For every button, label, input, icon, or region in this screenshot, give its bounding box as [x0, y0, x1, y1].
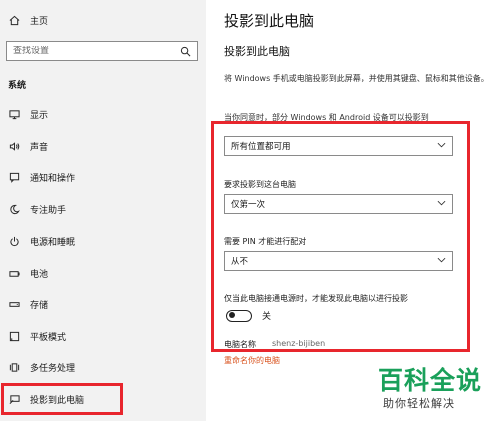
sidebar-item-battery[interactable]: 电池 [2, 262, 198, 284]
speaker-icon [8, 140, 20, 152]
description-text: 将 Windows 手机或电脑投影到此屏幕，并使用其键盘、鼠标和其他设备。 [224, 74, 489, 83]
sidebar-item-label: 电池 [30, 269, 49, 280]
storage-icon [8, 298, 20, 310]
sidebar-item-notifications[interactable]: 通知和操作 [2, 166, 198, 188]
highlight-frame [211, 121, 470, 352]
sidebar-item-label: 电源和睡眠 [30, 237, 76, 248]
section-label-system: 系统 [8, 81, 27, 91]
moon-icon [8, 203, 20, 215]
search-icon[interactable] [179, 45, 191, 57]
sidebar-item-power-sleep[interactable]: 电源和睡眠 [2, 230, 198, 252]
page-title: 投影到此电脑 [224, 12, 315, 30]
sidebar-item-label: 声音 [30, 142, 49, 153]
settings-search-box[interactable] [6, 41, 198, 61]
power-icon [8, 235, 20, 247]
sidebar-item-label: 通知和操作 [30, 173, 76, 184]
sidebar-item-label: 专注助手 [30, 205, 67, 216]
watermark-name: 百科全说 [378, 366, 483, 395]
search-input[interactable] [13, 46, 163, 56]
tablet-icon [8, 330, 20, 342]
multitask-icon [8, 361, 20, 373]
section-title: 投影到此电脑 [224, 45, 290, 58]
settings-sidebar: 主页 系统 显示 声音 通知和操作 专注助手 电源和睡眠 [0, 0, 206, 421]
home-icon [8, 14, 20, 26]
sidebar-item-label: 平板模式 [30, 332, 67, 343]
sidebar-item-focus-assist[interactable]: 专注助手 [2, 198, 198, 220]
sidebar-item-label: 显示 [30, 110, 49, 121]
sidebar-item-label: 存储 [30, 300, 49, 311]
highlight-frame [1, 383, 123, 415]
notification-icon [8, 171, 20, 183]
watermark: 百科全说 助你轻松解决 [372, 357, 500, 421]
sidebar-item-sound[interactable]: 声音 [2, 135, 198, 157]
home-link[interactable]: 主页 [8, 13, 48, 27]
battery-icon [8, 267, 20, 279]
sidebar-item-label: 多任务处理 [30, 363, 76, 374]
sidebar-item-display[interactable]: 显示 [2, 103, 198, 125]
sidebar-item-tablet-mode[interactable]: 平板模式 [2, 325, 198, 347]
sidebar-item-multitasking[interactable]: 多任务处理 [2, 356, 198, 378]
monitor-icon [8, 108, 20, 120]
rename-pc-link[interactable]: 重命名你的电脑 [224, 355, 280, 366]
home-label: 主页 [30, 16, 49, 27]
sidebar-item-storage[interactable]: 存储 [2, 293, 198, 315]
watermark-tagline: 助你轻松解决 [383, 397, 455, 410]
